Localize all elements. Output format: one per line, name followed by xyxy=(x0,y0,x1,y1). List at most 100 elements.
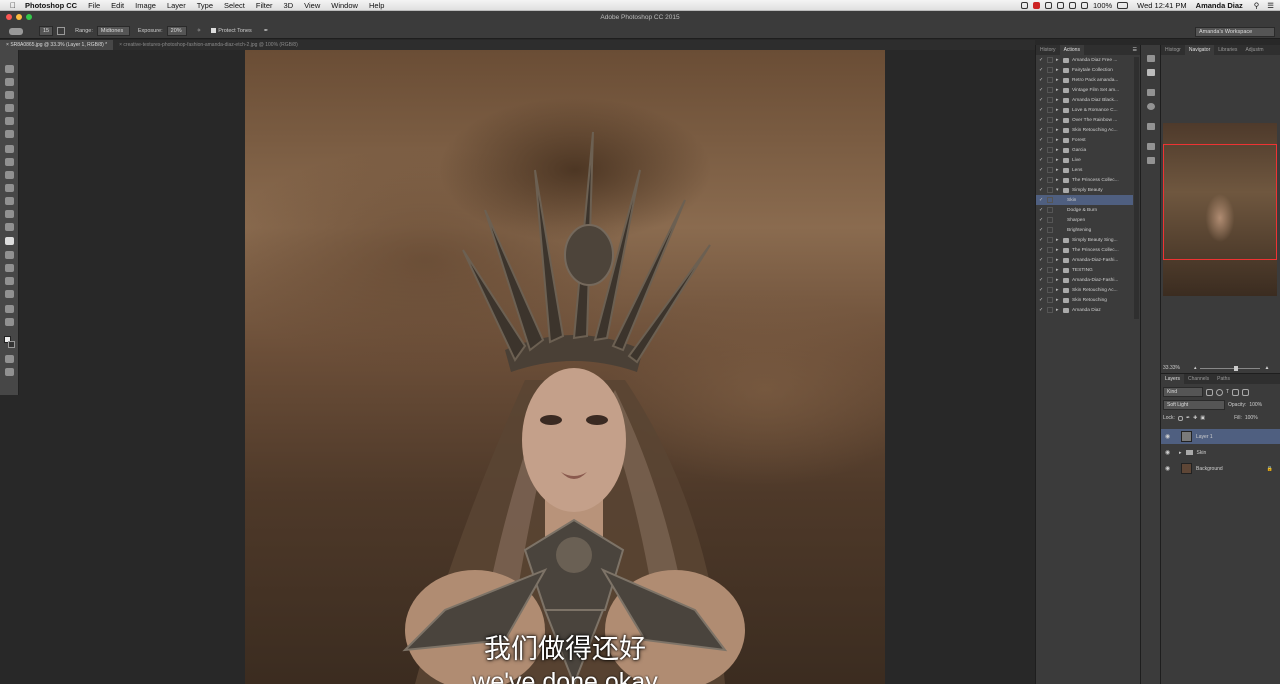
lock-paint-icon[interactable]: ✒ xyxy=(1186,415,1190,421)
tab-history[interactable]: History xyxy=(1036,45,1060,55)
expand-arrow-icon[interactable]: ▸ xyxy=(1056,127,1062,133)
action-enabled-checkbox[interactable]: ✓ xyxy=(1039,177,1044,183)
panel-menu-icon[interactable]: ☰ xyxy=(1133,47,1137,53)
info-panel-icon[interactable] xyxy=(1147,103,1155,110)
notification-icon[interactable]: ☰ xyxy=(1267,1,1274,10)
clock[interactable]: Wed 12:41 PM xyxy=(1137,1,1186,10)
layer-row-background[interactable]: ◉ Background 🔒 xyxy=(1161,461,1280,476)
airbrush-icon[interactable]: ✧ xyxy=(197,28,202,34)
navigator-zoom-value[interactable]: 33.33% xyxy=(1163,365,1180,371)
tab-channels[interactable]: Channels xyxy=(1184,374,1213,384)
exposure-input[interactable]: 20% xyxy=(166,26,187,36)
action-enabled-checkbox[interactable]: ✓ xyxy=(1039,237,1044,243)
layer-row-layer-1[interactable]: ◉ Layer 1 xyxy=(1161,429,1280,444)
dialog-toggle-icon[interactable] xyxy=(1047,257,1053,263)
doc-tab-active[interactable]: × SR8A0865.jpg @ 33.3% (Layer 1, RGB/8) … xyxy=(0,40,114,50)
zoom-slider-thumb[interactable] xyxy=(1234,365,1239,371)
action-enabled-checkbox[interactable]: ✓ xyxy=(1039,147,1044,153)
marquee-tool-icon[interactable] xyxy=(5,78,14,86)
dialog-toggle-icon[interactable] xyxy=(1047,157,1053,163)
dialog-toggle-icon[interactable] xyxy=(1047,127,1053,133)
zoom-tool-icon[interactable] xyxy=(5,318,14,326)
dialog-toggle-icon[interactable] xyxy=(1047,107,1053,113)
lock-move-icon[interactable]: ✚ xyxy=(1193,415,1197,421)
pen-tool-icon[interactable] xyxy=(5,251,14,259)
dialog-toggle-icon[interactable] xyxy=(1047,217,1053,223)
background-color-swatch[interactable] xyxy=(8,341,15,348)
eyedropper-tool-icon[interactable] xyxy=(5,130,14,138)
brush-panel-icon[interactable] xyxy=(57,27,66,35)
status-dropbox-icon[interactable] xyxy=(1044,2,1052,9)
action-row[interactable]: ✓ ▸ Garcia xyxy=(1036,145,1133,155)
action-row[interactable]: ✓ ▸ Simply Beauty Sing... xyxy=(1036,235,1133,245)
expand-arrow-icon[interactable]: ▸ xyxy=(1056,277,1062,283)
protect-tones-checkbox[interactable]: Protect Tones xyxy=(211,28,252,34)
action-row[interactable]: ✓ Brightening xyxy=(1036,225,1133,235)
action-enabled-checkbox[interactable]: ✓ xyxy=(1039,67,1044,73)
action-row[interactable]: ✓ ▸ Fairytale Collection xyxy=(1036,65,1133,75)
dialog-toggle-icon[interactable] xyxy=(1047,137,1053,143)
expand-arrow-icon[interactable]: ▸ xyxy=(1056,307,1062,313)
paragraph-panel-icon[interactable] xyxy=(1147,157,1155,164)
menu-image[interactable]: Image xyxy=(135,1,156,10)
expand-arrow-icon[interactable]: ▸ xyxy=(1056,247,1062,253)
dialog-toggle-icon[interactable] xyxy=(1047,307,1053,313)
dialog-toggle-icon[interactable] xyxy=(1047,297,1053,303)
tab-navigator[interactable]: Navigator xyxy=(1184,45,1215,55)
crop-tool-icon[interactable] xyxy=(5,117,14,125)
filter-smart-icon[interactable] xyxy=(1242,388,1250,396)
action-row[interactable]: ✓ ▸ Forest xyxy=(1036,135,1133,145)
visibility-eye-icon[interactable]: ◉ xyxy=(1165,449,1173,456)
eraser-tool-icon[interactable] xyxy=(5,197,14,205)
dialog-toggle-icon[interactable] xyxy=(1047,147,1053,153)
adjustments-panel-icon[interactable] xyxy=(1147,89,1155,96)
menu-layer[interactable]: Layer xyxy=(167,1,186,10)
dialog-toggle-icon[interactable] xyxy=(1047,197,1053,203)
quick-select-tool-icon[interactable] xyxy=(5,104,14,112)
dialog-toggle-icon[interactable] xyxy=(1047,247,1053,253)
action-enabled-checkbox[interactable]: ✓ xyxy=(1039,247,1044,253)
brush-size[interactable]: 15 xyxy=(39,26,54,36)
dialog-toggle-icon[interactable] xyxy=(1047,277,1053,283)
brush-tool-icon[interactable] xyxy=(5,158,14,166)
dialog-toggle-icon[interactable] xyxy=(1047,227,1053,233)
action-enabled-checkbox[interactable]: ✓ xyxy=(1039,257,1044,263)
layer-name[interactable]: Background xyxy=(1196,466,1223,472)
path-select-tool-icon[interactable] xyxy=(5,277,14,285)
action-row[interactable]: ✓ ▸ The Princess Collec... xyxy=(1036,245,1133,255)
screen-mode-icon[interactable] xyxy=(5,368,14,376)
layer-thumbnail[interactable] xyxy=(1181,431,1192,442)
tab-paths[interactable]: Paths xyxy=(1213,374,1234,384)
move-tool-icon[interactable] xyxy=(5,65,14,73)
dialog-toggle-icon[interactable] xyxy=(1047,57,1053,63)
action-enabled-checkbox[interactable]: ✓ xyxy=(1039,217,1044,223)
hand-tool-icon[interactable] xyxy=(5,305,14,313)
action-enabled-checkbox[interactable]: ✓ xyxy=(1039,267,1044,273)
zoom-window-button[interactable] xyxy=(26,14,32,20)
expand-arrow-icon[interactable]: ▸ xyxy=(1179,450,1182,456)
lock-all-icon[interactable]: ▣ xyxy=(1200,415,1205,421)
expand-arrow-icon[interactable]: ▾ xyxy=(1056,187,1062,193)
expand-arrow-icon[interactable]: ▸ xyxy=(1056,67,1062,73)
action-row[interactable]: ✓ Sharpen xyxy=(1036,215,1133,225)
expand-arrow-icon[interactable]: ▸ xyxy=(1056,87,1062,93)
filter-pixel-icon[interactable] xyxy=(1206,388,1213,396)
action-enabled-checkbox[interactable]: ✓ xyxy=(1039,297,1044,303)
battery-icon[interactable] xyxy=(1117,2,1129,9)
layer-name[interactable]: Layer 1 xyxy=(1196,434,1213,440)
action-enabled-checkbox[interactable]: ✓ xyxy=(1039,207,1044,213)
tab-histogram[interactable]: Histogr xyxy=(1161,45,1185,55)
expand-arrow-icon[interactable]: ▸ xyxy=(1056,117,1062,123)
action-row[interactable]: ✓ ▸ Lens xyxy=(1036,165,1133,175)
lock-pixels-icon[interactable] xyxy=(1177,415,1183,421)
dialog-toggle-icon[interactable] xyxy=(1047,167,1053,173)
menu-app-name[interactable]: Photoshop CC xyxy=(25,1,77,10)
menu-select[interactable]: Select xyxy=(224,1,245,10)
workspace-select[interactable]: Amanda's Workspace xyxy=(1195,27,1275,37)
quick-mask-icon[interactable] xyxy=(5,355,14,363)
action-row[interactable]: ✓ Skin xyxy=(1036,195,1133,205)
lock-icon[interactable]: 🔒 xyxy=(1267,466,1273,472)
menu-view[interactable]: View xyxy=(304,1,320,10)
properties-panel-icon[interactable] xyxy=(1147,123,1155,130)
visibility-eye-icon[interactable]: ◉ xyxy=(1165,433,1173,440)
